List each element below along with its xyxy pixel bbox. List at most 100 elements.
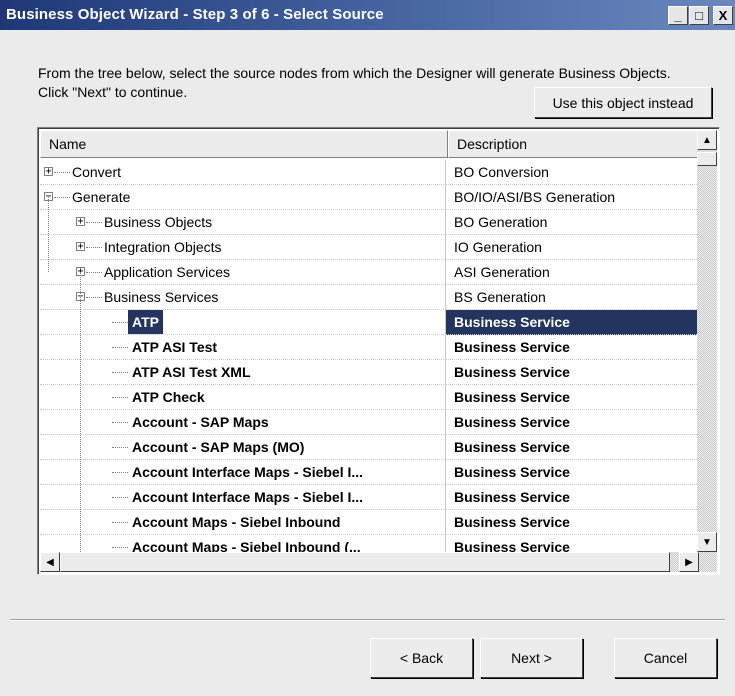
window-title: Business Object Wizard - Step 3 of 6 - S… xyxy=(6,6,384,23)
row-description: BS Generation xyxy=(446,285,697,310)
tree-connector xyxy=(86,222,102,223)
title-bar[interactable]: Business Object Wizard - Step 3 of 6 - S… xyxy=(0,0,735,30)
name-cell: ATP ASI Test xyxy=(40,335,446,360)
name-cell: + Integration Objects xyxy=(40,235,446,260)
close-button[interactable]: X xyxy=(713,6,733,25)
name-cell: + Application Services xyxy=(40,260,446,285)
window-controls: _ □ X xyxy=(668,6,733,25)
name-cell: Account Interface Maps - Siebel I... xyxy=(40,460,446,485)
name-cell: Account Interface Maps - Siebel I... xyxy=(40,485,446,510)
tree-guide-line xyxy=(48,197,49,272)
tree-rows: + Convert BO Conversion − Generate BO/IO/ASI/… xyxy=(40,160,697,572)
wizard-window: Business Object Wizard - Step 3 of 6 - S… xyxy=(0,0,735,696)
tree-connector xyxy=(112,397,128,398)
row-name: Integration Objects xyxy=(104,239,222,255)
row-description: BO Conversion xyxy=(446,160,697,185)
scroll-left-button[interactable]: ◀ xyxy=(40,552,60,572)
plus-box-icon[interactable]: + xyxy=(44,167,53,177)
row-description: BO Generation xyxy=(446,210,697,235)
maximize-button[interactable]: □ xyxy=(689,6,709,25)
row-name: Business Services xyxy=(104,289,219,305)
row-name: Convert xyxy=(72,164,122,180)
row-description: Business Service xyxy=(446,335,697,360)
row-description: ASI Generation xyxy=(446,260,697,285)
back-button[interactable]: < Back xyxy=(370,638,473,678)
row-description: Business Service xyxy=(446,435,697,460)
minimize-button[interactable]: _ xyxy=(668,6,688,25)
name-cell: Account Maps - Siebel Inbound xyxy=(40,510,446,535)
arrow-up-icon: ▲ xyxy=(702,134,712,146)
plus-box-icon[interactable]: + xyxy=(76,217,85,227)
cancel-button[interactable]: Cancel xyxy=(614,638,717,678)
arrow-right-icon: ▶ xyxy=(685,556,693,568)
row-description: Business Service xyxy=(446,510,697,535)
tree-row[interactable]: ATP ASI Test Business Service xyxy=(40,335,697,360)
row-name: Account - SAP Maps (MO) xyxy=(132,439,305,455)
tree-connector xyxy=(54,172,70,173)
row-name: Account Interface Maps - Siebel I... xyxy=(132,489,364,505)
name-cell: ATP ASI Test XML xyxy=(40,360,446,385)
tree-row[interactable]: ATP Business Service xyxy=(40,310,697,335)
source-tree-grid[interactable]: Name Description + Convert BO Conversion − G… xyxy=(37,127,720,575)
tree-row[interactable]: ATP ASI Test XML Business Service xyxy=(40,360,697,385)
horizontal-scrollbar[interactable]: ◀ ▶ xyxy=(40,552,699,572)
vertical-scrollbar[interactable]: ▲ ▼ xyxy=(697,130,717,572)
name-cell: Account - SAP Maps xyxy=(40,410,446,435)
tree-connector xyxy=(112,472,128,473)
column-header-description[interactable]: Description xyxy=(448,130,699,158)
row-description: Business Service xyxy=(446,410,697,435)
arrow-down-icon: ▼ xyxy=(702,536,712,548)
tree-row[interactable]: + Convert BO Conversion xyxy=(40,160,697,185)
tree-connector xyxy=(112,497,128,498)
tree-row[interactable]: − Business Services BS Generation xyxy=(40,285,697,310)
scroll-down-button[interactable]: ▼ xyxy=(697,532,717,552)
row-name: Business Objects xyxy=(104,214,213,230)
tree-row[interactable]: + Integration Objects IO Generation xyxy=(40,235,697,260)
horizontal-scroll-thumb[interactable] xyxy=(60,552,670,572)
row-description: Business Service xyxy=(446,385,697,410)
arrow-left-icon: ◀ xyxy=(46,556,54,568)
tree-row[interactable]: + Business Objects BO Generation xyxy=(40,210,697,235)
tree-row[interactable]: + Application Services ASI Generation xyxy=(40,260,697,285)
scroll-right-button[interactable]: ▶ xyxy=(679,552,699,572)
tree-connector xyxy=(112,447,128,448)
row-description: Business Service xyxy=(446,485,697,510)
plus-box-icon[interactable]: + xyxy=(76,242,85,252)
row-description: Business Service xyxy=(446,460,697,485)
row-name: ATP ASI Test XML xyxy=(132,364,251,380)
name-cell: ATP xyxy=(40,310,446,335)
row-description: IO Generation xyxy=(446,235,697,260)
tree-row[interactable]: Account Maps - Siebel Inbound Business Se… xyxy=(40,510,697,535)
row-name: Account Maps - Siebel Inbound xyxy=(132,514,341,530)
tree-connector xyxy=(86,247,102,248)
scroll-thumb[interactable] xyxy=(697,152,717,166)
row-name: ATP xyxy=(128,310,163,334)
tree-row[interactable]: Account - SAP Maps (MO) Business Service xyxy=(40,435,697,460)
row-name: Application Services xyxy=(104,264,231,280)
name-cell: Account - SAP Maps (MO) xyxy=(40,435,446,460)
row-description: BO/IO/ASI/BS Generation xyxy=(446,185,697,210)
tree-row[interactable]: ATP Check Business Service xyxy=(40,385,697,410)
row-description: Business Service xyxy=(446,310,697,335)
tree-row[interactable]: − Generate BO/IO/ASI/BS Generation xyxy=(40,185,697,210)
column-header-name[interactable]: Name xyxy=(40,130,448,158)
tree-row[interactable]: Account Interface Maps - Siebel I... Busi… xyxy=(40,485,697,510)
next-button[interactable]: Next > xyxy=(480,638,583,678)
row-description: Business Service xyxy=(446,360,697,385)
tree-connector xyxy=(112,347,128,348)
row-name: Account Interface Maps - Siebel I... xyxy=(132,464,364,480)
name-cell: + Business Objects xyxy=(40,210,446,235)
name-cell: − Generate xyxy=(40,185,446,210)
tree-row[interactable]: Account Interface Maps - Siebel I... Busi… xyxy=(40,460,697,485)
row-name: ATP ASI Test xyxy=(132,339,218,355)
scroll-up-button[interactable]: ▲ xyxy=(697,130,717,150)
tree-row[interactable]: Account - SAP Maps Business Service xyxy=(40,410,697,435)
use-this-object-button[interactable]: Use this object instead xyxy=(534,87,712,118)
row-name: Generate xyxy=(72,189,131,205)
name-cell: ATP Check xyxy=(40,385,446,410)
row-name: Account - SAP Maps xyxy=(132,414,269,430)
name-cell: − Business Services xyxy=(40,285,446,310)
tree-connector xyxy=(86,272,102,273)
tree-guide-line xyxy=(80,272,81,572)
tree-connector xyxy=(54,197,70,198)
